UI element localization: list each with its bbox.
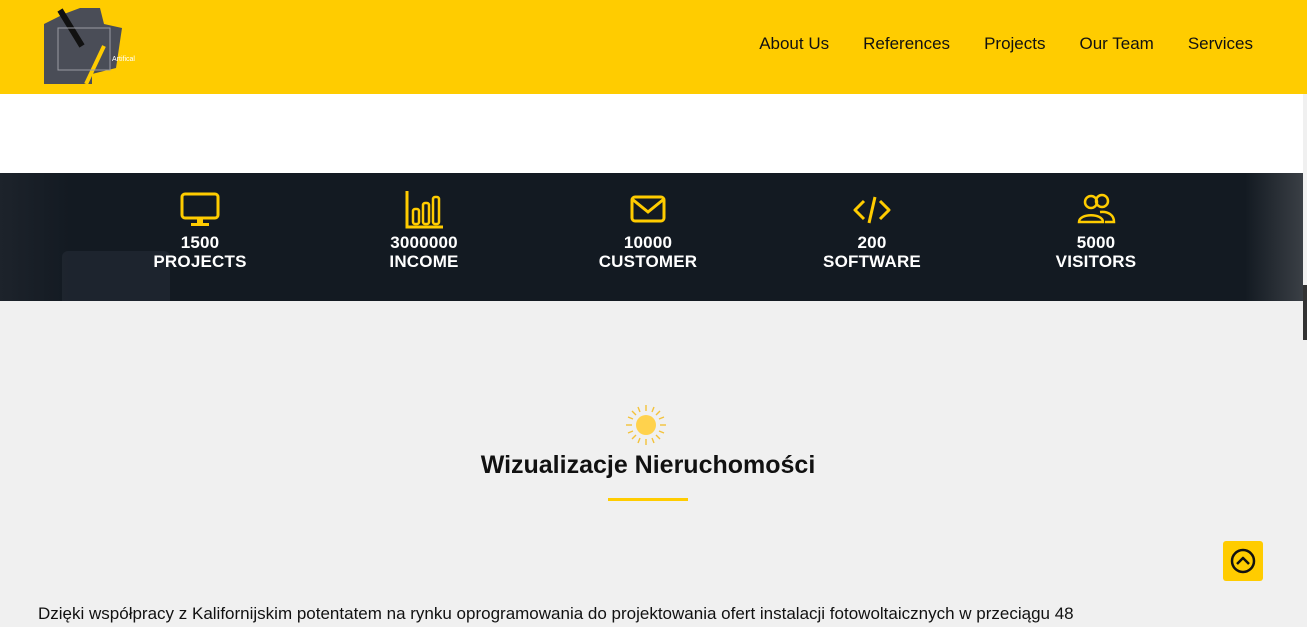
background-decor	[1245, 173, 1303, 301]
stat-software: 200 SOFTWARE	[792, 191, 952, 271]
hero-band	[0, 94, 1303, 173]
background-decor	[0, 173, 70, 301]
logo-text: Artifical	[112, 56, 135, 63]
section-body-text: Dzięki współpracy z Kalifornijskim poten…	[38, 604, 1074, 623]
logo[interactable]: Artifical	[42, 6, 135, 85]
nav-about-us[interactable]: About Us	[759, 34, 829, 54]
stats-band: 1500 PROJECTS 3000000 INCOME 10000 CUSTO…	[0, 173, 1303, 301]
bar-chart-icon	[405, 191, 443, 229]
stat-value: 200	[857, 233, 887, 252]
site-header: Artifical About Us References Projects O…	[0, 0, 1307, 94]
envelope-icon	[630, 195, 666, 223]
stat-value: 5000	[1076, 233, 1116, 252]
stat-label: VISITORS	[1055, 252, 1137, 271]
main-nav: About Us References Projects Our Team Se…	[725, 34, 1253, 54]
stat-income: 3000000 INCOME	[344, 191, 504, 271]
nav-our-team[interactable]: Our Team	[1079, 34, 1153, 54]
stat-visitors: 5000 VISITORS	[1016, 191, 1176, 271]
stat-label: CUSTOMER	[598, 252, 698, 271]
stat-label: PROJECTS	[153, 252, 247, 271]
stat-value: 3000000	[390, 233, 458, 252]
stat-value: 1500	[180, 233, 220, 252]
nav-references[interactable]: References	[863, 34, 950, 54]
stat-label: SOFTWARE	[823, 252, 921, 271]
monitor-icon	[180, 192, 220, 226]
stat-customer: 10000 CUSTOMER	[568, 191, 728, 271]
section-title: Wizualizacje Nieruchomości	[480, 451, 816, 479]
code-icon	[853, 196, 891, 224]
nav-projects[interactable]: Projects	[984, 34, 1045, 54]
nav-services[interactable]: Services	[1188, 34, 1253, 54]
title-underline	[608, 498, 688, 501]
stat-label: INCOME	[389, 252, 459, 271]
users-icon	[1077, 193, 1116, 224]
stat-value: 10000	[623, 233, 673, 252]
scroll-to-top-button[interactable]	[1223, 541, 1263, 581]
stat-projects: 1500 PROJECTS	[120, 191, 280, 271]
scrollbar-thumb[interactable]	[1303, 285, 1307, 340]
sun-icon	[626, 405, 666, 445]
arrow-up-circle-icon	[1230, 548, 1256, 574]
logo-icon	[44, 8, 122, 85]
